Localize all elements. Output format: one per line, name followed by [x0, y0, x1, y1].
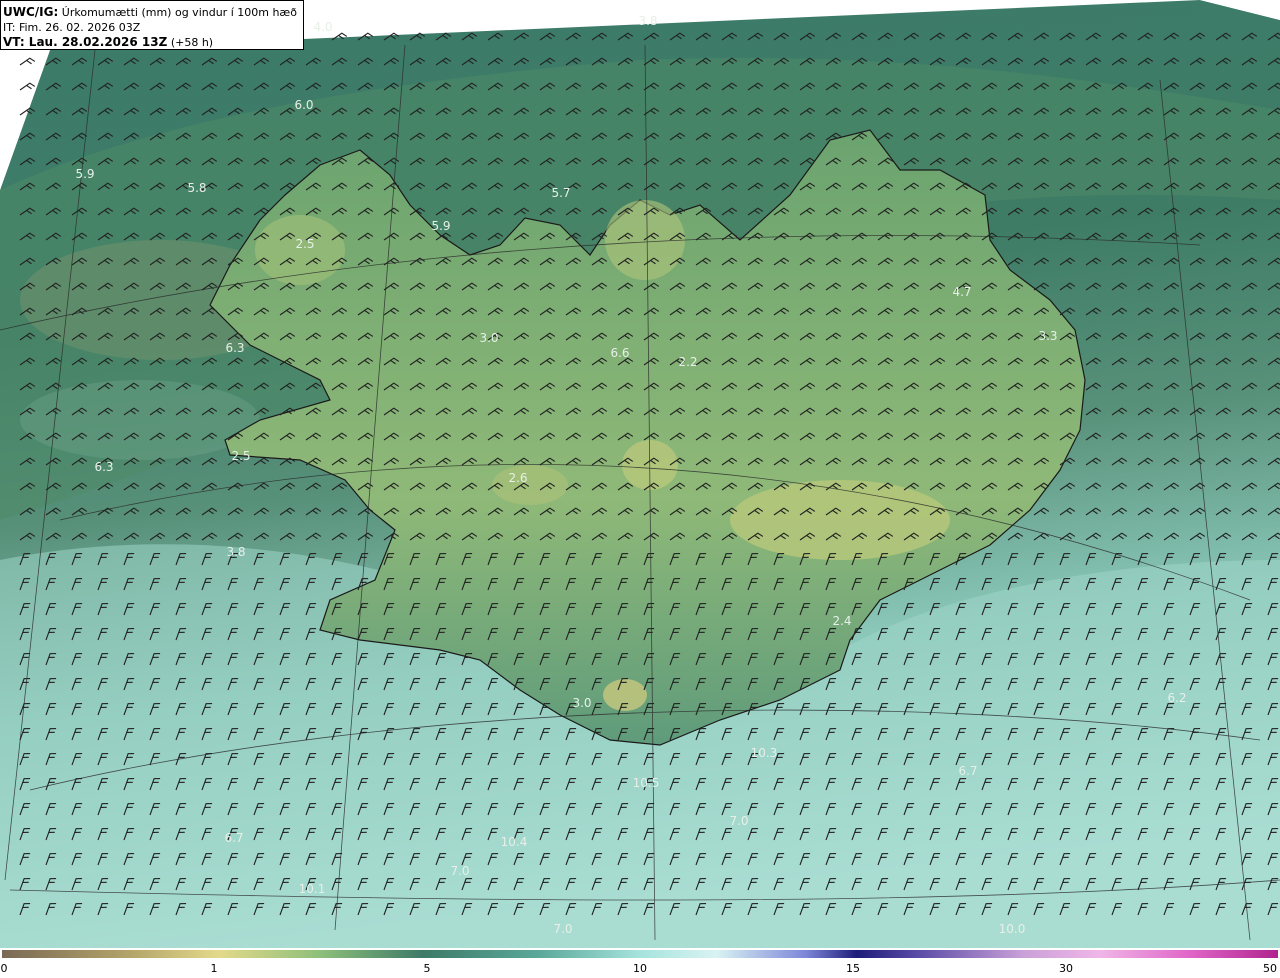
forecast-map	[0, 0, 1280, 948]
colorbar-gradient	[2, 950, 1278, 958]
colorbar-tick: 1	[210, 962, 218, 975]
colorbar: 0 1 5 10 15 30 50	[0, 948, 1280, 978]
precip-value-label: 7.0	[729, 814, 749, 828]
precip-value-label: 3.8	[638, 14, 658, 28]
precip-value-label: 5.8	[187, 181, 207, 195]
precip-value-label: 5.9	[431, 219, 451, 233]
colorbar-tick: 30	[1059, 962, 1073, 975]
precip-value-label: 6.7	[958, 764, 978, 778]
precip-value-label: 6.7	[224, 831, 244, 845]
precip-value-label: 2.6	[508, 471, 528, 485]
precip-value-label: 7.0	[450, 864, 470, 878]
colorbar-tick: 10	[633, 962, 647, 975]
precip-value-label: 2.5	[295, 237, 315, 251]
precip-value-label: 10.5	[632, 776, 660, 790]
precip-value-label: 7.0	[553, 922, 573, 936]
colorbar-tick: 0	[0, 962, 8, 975]
precip-value-label: 6.0	[294, 98, 314, 112]
product-description: Úrkomumætti (mm) og vindur í 100m hæð	[61, 6, 297, 19]
colorbar-tick: 15	[846, 962, 860, 975]
product-code: UWC/IG:	[3, 5, 59, 19]
map-title-box: UWC/IG: Úrkomumætti (mm) og vindur í 100…	[0, 0, 304, 50]
precip-value-label: 2.4	[832, 614, 852, 628]
precip-value-label: 5.9	[75, 167, 95, 181]
precip-value-label: 2.5	[231, 449, 251, 463]
precip-value-label: 6.3	[225, 341, 245, 355]
precip-value-label: 10.1	[298, 882, 326, 896]
precip-value-label: 10.3	[750, 746, 778, 760]
colorbar-tick: 5	[423, 962, 431, 975]
precip-value-label: 6.3	[94, 460, 114, 474]
issue-time: IT: Fim. 26. 02. 2026 03Z	[3, 21, 141, 34]
precip-value-label: 3.3	[1038, 329, 1058, 343]
precip-value-label: 4.7	[952, 285, 972, 299]
precip-value-label: 5.7	[551, 186, 571, 200]
precip-value-label: 10.0	[998, 922, 1026, 936]
precip-value-label: 2.2	[678, 355, 698, 369]
valid-time: VT: Lau. 28.02.2026 13Z	[3, 35, 168, 49]
precip-value-label: 6.6	[610, 346, 630, 360]
precip-value-label: 10.4	[500, 835, 528, 849]
precip-value-label: 3.0	[479, 331, 499, 345]
forecast-offset: (+58 h)	[170, 36, 214, 49]
precip-value-label: 6.2	[1167, 691, 1187, 705]
precip-value-label: 3.0	[572, 696, 592, 710]
precip-value-label: 3.8	[226, 545, 246, 559]
precip-value-label: 4.0	[313, 20, 333, 34]
colorbar-tick: 50	[1263, 962, 1277, 975]
